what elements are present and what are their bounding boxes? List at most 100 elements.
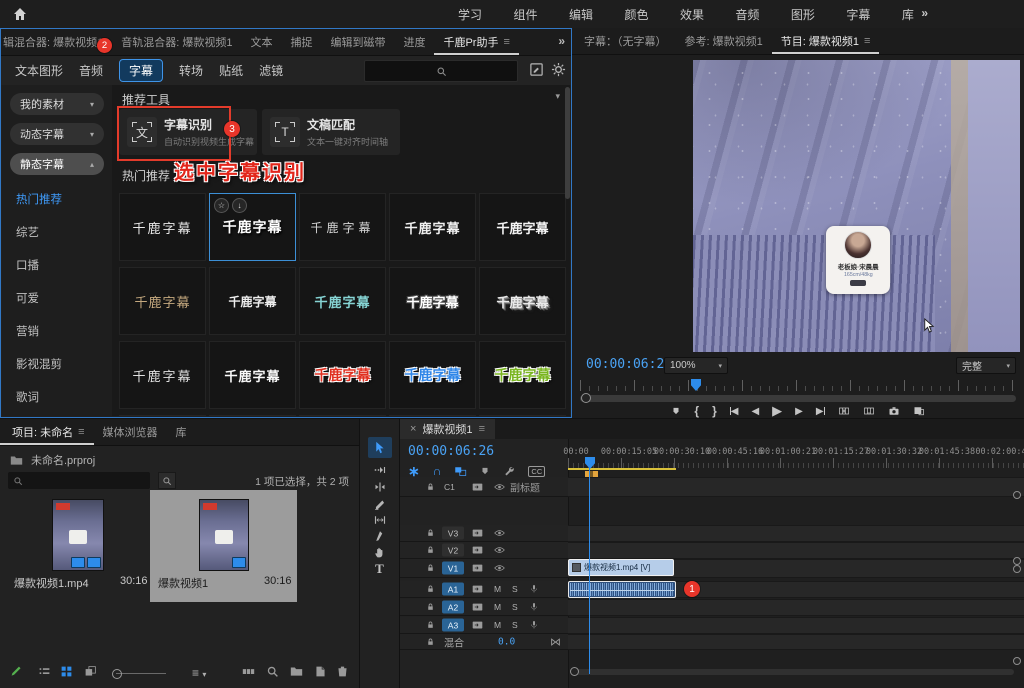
source-patch-icon[interactable] <box>472 621 483 630</box>
tab-program[interactable]: 节目: 爆款视频1 ≡ <box>772 28 880 54</box>
template-card[interactable]: 千鹿字幕 <box>299 193 386 261</box>
thumbnail-zoom-slider[interactable] <box>116 673 166 674</box>
sequence-thumbnail[interactable] <box>199 499 249 571</box>
track-height-handle[interactable] <box>1013 657 1021 665</box>
category-marketing[interactable]: 营销 <box>16 323 112 339</box>
sidebar-group-dynamic-subtitles[interactable]: 动态字幕 ▾ <box>10 123 104 145</box>
eye-icon[interactable] <box>494 482 505 491</box>
template-card[interactable]: 千鹿字幕 <box>479 341 566 409</box>
track-badge-v2[interactable]: V2 <box>442 544 464 557</box>
export-frame-icon[interactable] <box>888 405 900 417</box>
subtab-stickers[interactable]: 贴纸 <box>219 62 243 79</box>
lane-a2[interactable] <box>568 599 1024 616</box>
sort-icon[interactable]: ≡ ▾ <box>192 666 206 680</box>
lane-v2[interactable] <box>568 542 1024 559</box>
solo-button[interactable]: S <box>512 602 518 612</box>
find-icon[interactable] <box>266 665 279 678</box>
slider-handle-icon[interactable] <box>112 669 122 679</box>
track-height-handle[interactable] <box>1013 557 1021 565</box>
mic-icon[interactable] <box>530 602 538 612</box>
template-card[interactable]: 千鹿字幕 <box>209 341 296 409</box>
template-card[interactable]: 千鹿字幕 <box>119 341 206 409</box>
caption-track-badge[interactable]: C1 <box>444 482 455 492</box>
mark-in-icon[interactable]: { <box>694 404 699 418</box>
workspace-item[interactable]: 编辑 <box>569 6 593 23</box>
automate-to-sequence-icon[interactable] <box>242 665 255 678</box>
workspace-item[interactable]: 效果 <box>680 6 704 23</box>
template-card[interactable]: 千鹿字幕 <box>389 193 476 261</box>
hand-tool[interactable] <box>373 546 386 559</box>
search-input[interactable] <box>364 60 518 82</box>
content-scrollbar[interactable] <box>565 87 570 199</box>
gear-icon[interactable] <box>551 62 566 77</box>
category-lyrics[interactable]: 歌词 <box>16 389 112 405</box>
track-height-handle[interactable] <box>1013 565 1021 573</box>
subtab-transitions[interactable]: 转场 <box>179 62 203 79</box>
mute-button[interactable]: M <box>494 584 501 594</box>
pen-tool[interactable] <box>374 530 386 543</box>
lock-icon[interactable] <box>426 603 435 612</box>
clip-thumbnail-mp4[interactable] <box>52 499 104 571</box>
new-bin-icon[interactable] <box>290 665 303 678</box>
project-file-row[interactable]: 未命名.prproj <box>10 452 95 468</box>
lock-icon[interactable] <box>426 482 435 491</box>
audio-clip-a1[interactable] <box>568 581 676 598</box>
panel-menu-icon[interactable]: ≡ <box>864 35 870 47</box>
lock-icon[interactable] <box>426 564 435 573</box>
template-card[interactable]: 千鹿字幕 <box>299 267 386 335</box>
monitor-scrollbar[interactable] <box>580 395 1016 402</box>
mark-out-icon[interactable]: } <box>712 404 717 418</box>
list-view-icon[interactable] <box>38 665 51 678</box>
freeform-view-icon[interactable] <box>84 665 97 678</box>
category-cute[interactable]: 可爱 <box>16 290 112 306</box>
workspace-item[interactable]: 图形 <box>791 6 815 23</box>
tab-project[interactable]: 项目: 未命名 ≡ <box>0 419 94 445</box>
lock-icon[interactable] <box>426 546 435 555</box>
template-card[interactable]: 千鹿字幕 <box>389 341 476 409</box>
panel-menu-icon[interactable]: ≡ <box>503 36 509 48</box>
program-timecode[interactable]: 00:00:06:26 <box>586 357 672 372</box>
template-card-selected[interactable]: ☆ ↓ 千鹿字幕 <box>209 193 296 261</box>
play-icon[interactable]: ▶ <box>772 403 782 419</box>
template-card[interactable]: 千鹿字幕 <box>299 341 386 409</box>
template-card[interactable]: 千鹿字幕 <box>479 267 566 335</box>
subtab-filters[interactable]: 滤镜 <box>259 62 283 79</box>
add-marker-icon[interactable] <box>480 466 490 476</box>
source-patch-icon[interactable] <box>472 546 483 555</box>
mic-icon[interactable] <box>530 620 538 630</box>
workspace-item[interactable]: 字幕 <box>846 6 870 23</box>
type-tool[interactable]: T <box>375 561 384 577</box>
panel-menu-icon[interactable]: ≡ <box>78 426 84 438</box>
download-icon[interactable]: ↓ <box>232 198 247 213</box>
writable-pencil-icon[interactable] <box>10 665 23 678</box>
mic-icon[interactable] <box>530 584 538 594</box>
workspace-item[interactable]: 库 <box>902 6 914 23</box>
subtab-subtitles[interactable]: 字幕 <box>119 59 163 82</box>
slip-tool[interactable] <box>373 514 387 526</box>
template-card[interactable]: 千鹿字幕 <box>119 193 206 261</box>
tab-text[interactable]: 文本 <box>241 29 281 55</box>
eye-icon[interactable] <box>494 529 505 538</box>
keyframe-navigator-icon[interactable]: ⋈ <box>550 635 561 648</box>
tab-capture[interactable]: 捕捉 <box>281 29 321 55</box>
solo-button[interactable]: S <box>512 620 518 630</box>
transcript-match-card[interactable]: T 文稿匹配 文本一键对齐时间轴 <box>262 109 400 155</box>
linked-selection-icon[interactable] <box>454 465 467 477</box>
tab-qianlu-assistant[interactable]: 千鹿Pr助手 ≡ <box>434 29 518 55</box>
panel-menu-icon[interactable]: ≡ <box>479 423 485 435</box>
selection-tool[interactable] <box>368 437 392 458</box>
lane-a3[interactable] <box>568 617 1024 634</box>
mute-button[interactable]: M <box>494 602 501 612</box>
ripple-edit-tool[interactable] <box>373 481 387 493</box>
lane-v3[interactable] <box>568 525 1024 542</box>
lift-icon[interactable] <box>838 405 850 417</box>
track-badge-a3[interactable]: A3 <box>442 619 464 632</box>
workspace-item[interactable]: 学习 <box>458 6 482 23</box>
category-variety[interactable]: 综艺 <box>16 224 112 240</box>
goto-out-icon[interactable]: ▶ <box>816 406 825 417</box>
source-patch-icon[interactable] <box>472 482 483 491</box>
tab-media-browser[interactable]: 媒体浏览器 <box>94 419 167 445</box>
timeline-settings-wrench-icon[interactable] <box>503 465 515 477</box>
clip-name[interactable]: 爆款视频1.mp4 <box>14 575 89 591</box>
lane-mix[interactable] <box>568 634 1024 650</box>
